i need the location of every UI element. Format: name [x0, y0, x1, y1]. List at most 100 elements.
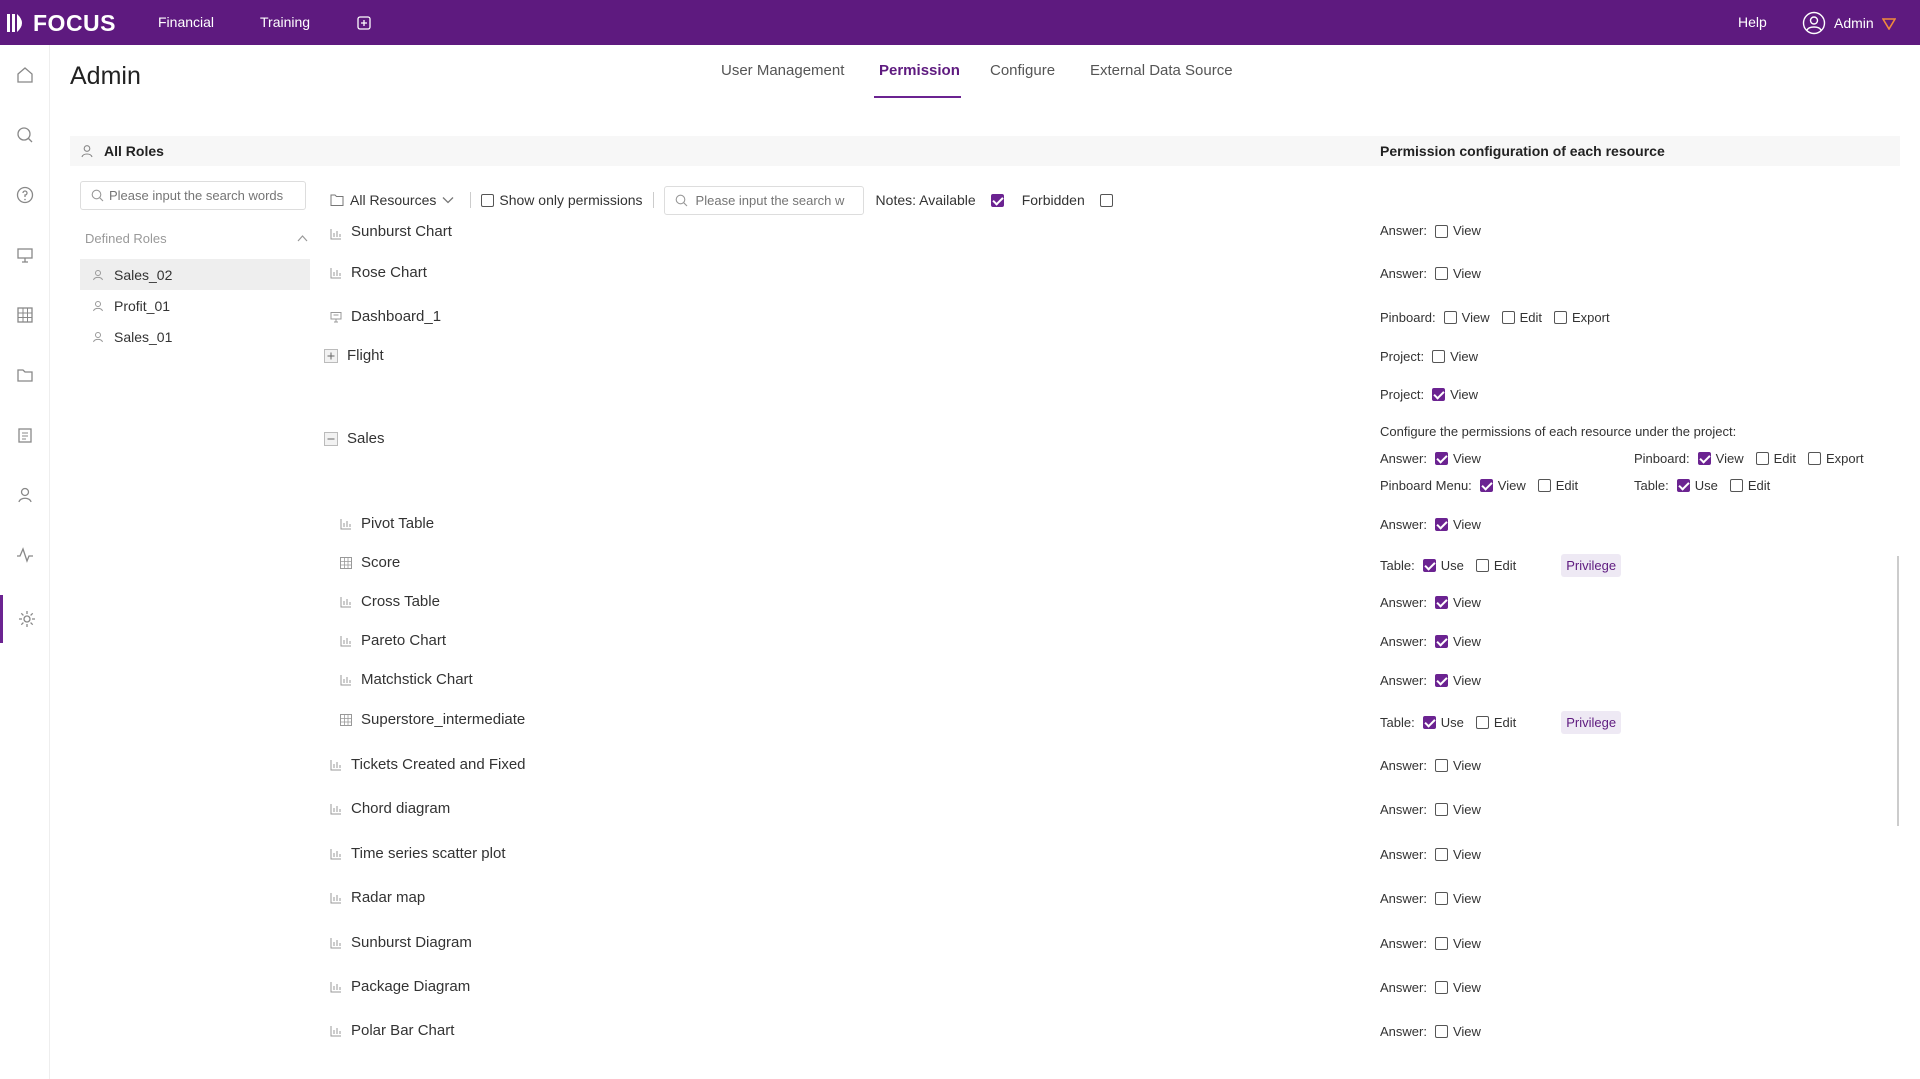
export-checkbox[interactable] — [1554, 311, 1568, 324]
edit-checkbox[interactable] — [1475, 559, 1489, 572]
resource-item[interactable]: Superstore_intermediate — [340, 711, 525, 728]
permission-row: Answer: View — [1380, 266, 1493, 281]
view-checkbox[interactable] — [1434, 267, 1448, 280]
view-checkbox[interactable] — [1434, 596, 1448, 609]
tab-user-management[interactable]: User Management — [721, 62, 844, 79]
activity-icon — [17, 547, 33, 563]
edit-checkbox[interactable] — [1729, 479, 1743, 492]
permission-row: Answer: View — [1380, 634, 1493, 649]
resource-label: Sunburst Diagram — [351, 934, 472, 951]
resource-item[interactable]: Rose Chart — [330, 264, 427, 281]
resource-item[interactable]: Chord diagram — [330, 800, 450, 817]
focus-logo[interactable]: FOCUS — [6, 8, 116, 38]
resource-label: Radar map — [351, 889, 426, 906]
resource-item[interactable]: Time series scatter plot — [330, 845, 506, 862]
view-checkbox[interactable] — [1443, 311, 1457, 324]
tab-external-data-source[interactable]: External Data Source — [1090, 62, 1233, 79]
scrollbar[interactable] — [1897, 556, 1899, 826]
role-item[interactable]: Sales_01 — [80, 321, 310, 352]
view-checkbox[interactable] — [1434, 635, 1448, 648]
resource-item[interactable]: Tickets Created and Fixed — [330, 756, 526, 773]
view-checkbox[interactable] — [1434, 1025, 1448, 1038]
use-checkbox[interactable] — [1422, 559, 1436, 572]
view-checkbox[interactable] — [1432, 388, 1446, 401]
view-checkbox[interactable] — [1434, 452, 1448, 465]
view-checkbox[interactable] — [1432, 350, 1446, 363]
edit-checkbox[interactable] — [1501, 311, 1515, 324]
permission-type-label: Answer: — [1380, 223, 1427, 238]
resource-item[interactable]: Package Diagram — [330, 978, 470, 995]
tab-configure[interactable]: Configure — [990, 62, 1055, 79]
role-item[interactable]: Sales_02 — [80, 259, 310, 290]
resource-filter-dropdown[interactable]: All Resources — [330, 192, 454, 208]
resources-search-box[interactable] — [663, 185, 864, 215]
sidebar-item-help[interactable] — [0, 175, 50, 215]
project-item-sales[interactable]: Sales — [324, 430, 385, 447]
view-checkbox[interactable] — [1434, 225, 1448, 238]
export-checkbox[interactable] — [1808, 452, 1822, 465]
collapse-icon[interactable] — [324, 431, 338, 446]
tab-permission[interactable]: Permission — [879, 62, 960, 79]
user-menu[interactable]: Admin — [1802, 0, 1896, 45]
resource-item[interactable]: Polar Bar Chart — [330, 1022, 454, 1039]
sidebar-item-settings[interactable] — [0, 595, 50, 643]
view-checkbox[interactable] — [1479, 479, 1493, 492]
sidebar-item-folder[interactable] — [0, 355, 50, 395]
sidebar-item-home[interactable] — [0, 55, 50, 95]
permission-row: Pinboard: View Edit Export — [1634, 451, 1876, 466]
resource-item[interactable]: Sunburst Diagram — [330, 934, 472, 951]
resource-item[interactable]: Pareto Chart — [340, 632, 446, 649]
permission-row: Answer: View — [1380, 758, 1493, 773]
sidebar-item-monitor[interactable] — [0, 535, 50, 575]
view-checkbox[interactable] — [1434, 803, 1448, 816]
resource-item[interactable]: Cross Table — [340, 593, 440, 610]
edit-checkbox[interactable] — [1475, 716, 1489, 729]
roles-search-input[interactable] — [109, 188, 294, 203]
edit-checkbox[interactable] — [1537, 479, 1551, 492]
view-checkbox[interactable] — [1434, 518, 1448, 531]
view-checkbox[interactable] — [1434, 674, 1448, 687]
use-checkbox[interactable] — [1676, 479, 1690, 492]
chevron-up-icon[interactable] — [297, 234, 308, 242]
view-checkbox[interactable] — [1434, 892, 1448, 905]
chart-icon — [340, 596, 351, 607]
resource-item[interactable]: Dashboard_1 — [330, 308, 441, 325]
nav-training[interactable]: Training — [260, 0, 310, 45]
resource-item[interactable]: Score — [340, 554, 400, 571]
edit-checkbox[interactable] — [1755, 452, 1769, 465]
use-label: Use — [1440, 715, 1464, 730]
view-checkbox[interactable] — [1697, 452, 1711, 465]
nav-help[interactable]: Help — [1738, 0, 1767, 45]
view-checkbox[interactable] — [1434, 981, 1448, 994]
chart-icon — [340, 674, 351, 685]
privilege-button[interactable]: Privilege — [1561, 554, 1622, 577]
permission-row: Answer: View — [1380, 980, 1493, 995]
resources-search-input[interactable] — [695, 192, 856, 208]
sidebar-item-tasks[interactable] — [0, 415, 50, 455]
role-label: Profit_01 — [114, 297, 171, 314]
defined-roles-section[interactable]: Defined Roles — [85, 231, 310, 246]
role-label: Sales_01 — [114, 328, 173, 345]
resource-item[interactable]: Matchstick Chart — [340, 671, 473, 688]
sidebar-item-pinboard[interactable] — [0, 235, 50, 275]
role-item[interactable]: Profit_01 — [80, 290, 310, 321]
resource-item[interactable]: Sunburst Chart — [330, 220, 452, 240]
sidebar-item-user[interactable] — [0, 475, 50, 515]
expand-icon[interactable] — [324, 348, 338, 363]
privilege-button[interactable]: Privilege — [1561, 711, 1622, 734]
project-item-flight[interactable]: Flight — [324, 347, 384, 364]
view-checkbox[interactable] — [1434, 937, 1448, 950]
resource-item[interactable]: Pivot Table — [340, 515, 434, 532]
sidebar-item-data[interactable] — [0, 295, 50, 335]
add-tab-button[interactable] — [357, 0, 371, 45]
nav-financial[interactable]: Financial — [158, 0, 214, 45]
show-only-permissions-checkbox[interactable] — [481, 193, 495, 207]
use-checkbox[interactable] — [1422, 716, 1436, 729]
view-checkbox[interactable] — [1434, 848, 1448, 861]
roles-search-box[interactable] — [80, 181, 306, 210]
sidebar-item-search[interactable] — [0, 115, 50, 155]
resource-item[interactable]: Radar map — [330, 889, 425, 906]
resource-label: Time series scatter plot — [351, 845, 506, 862]
view-checkbox[interactable] — [1434, 759, 1448, 772]
active-tab-indicator — [874, 96, 961, 98]
